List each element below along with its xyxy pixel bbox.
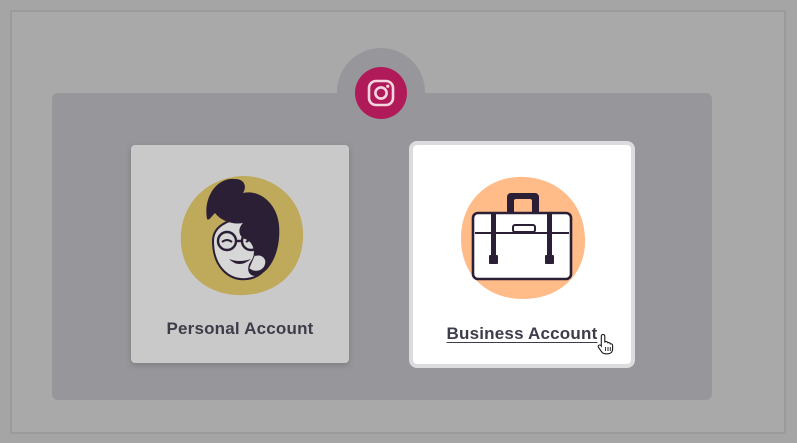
person-avatar-icon xyxy=(180,176,304,296)
personal-account-card[interactable]: Personal Account xyxy=(131,145,349,363)
personal-account-label: Personal Account xyxy=(166,319,314,338)
business-account-label: Business Account xyxy=(446,324,598,343)
hand-pointer-icon xyxy=(597,333,614,355)
instagram-logo-icon xyxy=(355,67,407,119)
briefcase-icon xyxy=(461,176,586,299)
